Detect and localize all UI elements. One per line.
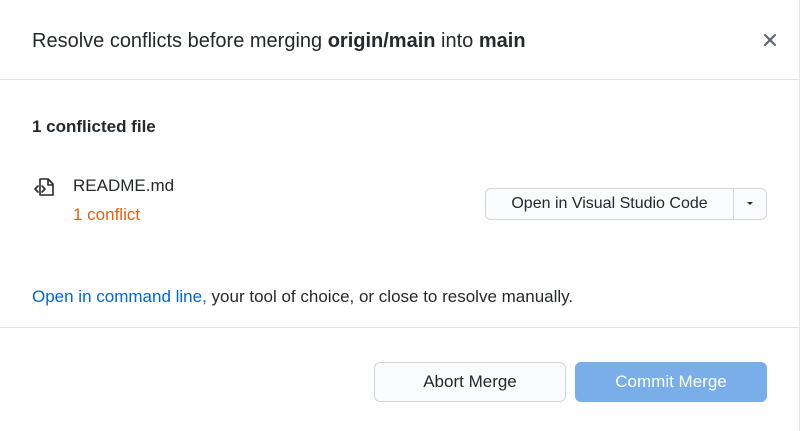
title-source-branch: origin/main bbox=[327, 30, 436, 52]
dialog-header: Resolve conflicts before merging origin/… bbox=[0, 0, 800, 80]
commit-merge-button[interactable]: Commit Merge bbox=[575, 362, 767, 402]
title-middle: into bbox=[435, 30, 479, 52]
merge-conflicts-dialog: Resolve conflicts before merging origin/… bbox=[0, 0, 800, 431]
open-in-editor-button-group: Open in Visual Studio Code bbox=[485, 188, 767, 220]
dialog-footer: Abort Merge Commit Merge bbox=[0, 328, 800, 431]
file-code-icon bbox=[34, 178, 54, 196]
conflicted-file-row: README.md 1 conflict Open in Visual Stud… bbox=[32, 176, 768, 236]
open-command-line-link[interactable]: Open in command line, bbox=[32, 287, 207, 306]
open-in-editor-button[interactable]: Open in Visual Studio Code bbox=[486, 189, 733, 219]
dialog-title: Resolve conflicts before merging origin/… bbox=[32, 28, 526, 54]
close-button[interactable] bbox=[758, 28, 782, 52]
file-conflict-status: 1 conflict bbox=[73, 205, 141, 224]
caret-down-icon bbox=[747, 202, 753, 205]
resolve-hint: Open in command line, your tool of choic… bbox=[32, 287, 573, 307]
close-icon bbox=[764, 34, 776, 46]
file-name: README.md bbox=[73, 176, 175, 195]
title-prefix: Resolve conflicts before merging bbox=[32, 30, 328, 52]
open-in-editor-dropdown[interactable] bbox=[733, 189, 766, 219]
title-target-branch: main bbox=[478, 30, 526, 52]
dialog-body: 1 conflicted file README.md 1 conflict O… bbox=[0, 80, 800, 328]
resolve-hint-text: your tool of choice, or close to resolve… bbox=[206, 287, 574, 306]
abort-merge-button[interactable]: Abort Merge bbox=[374, 362, 566, 402]
conflicted-file-count: 1 conflicted file bbox=[32, 117, 156, 136]
